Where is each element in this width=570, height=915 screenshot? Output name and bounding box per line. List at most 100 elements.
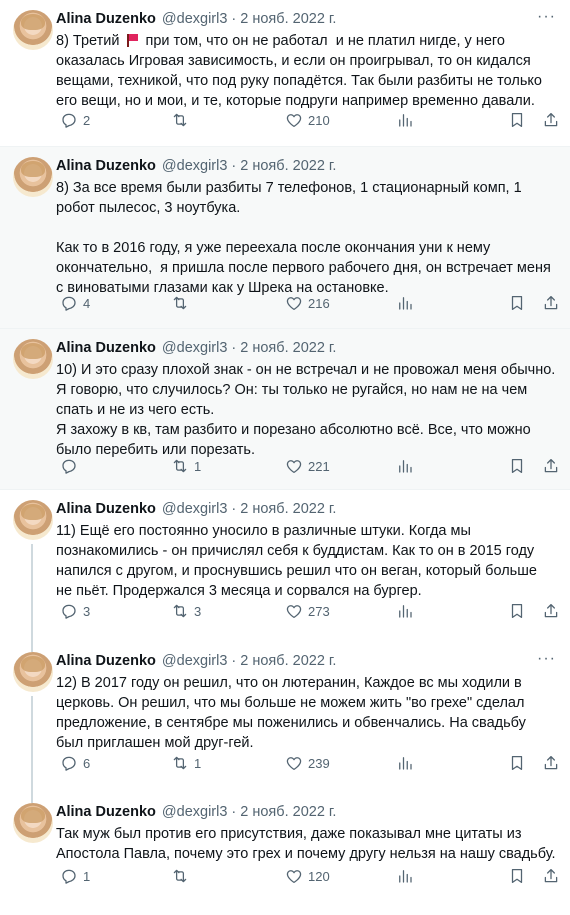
author-handle[interactable]: @dexgirl3 <box>162 10 228 28</box>
tweet-header: Alina Duzenko @dexgirl3 · 2 нояб. 2022 г… <box>56 803 337 821</box>
author-handle[interactable]: @dexgirl3 <box>162 652 228 670</box>
bookmark-icon <box>511 868 523 884</box>
tweet-date[interactable]: 2 нояб. 2022 г. <box>240 339 336 357</box>
tweet-text: 12) В 2017 году он решил, что он лютеран… <box>56 675 530 751</box>
author-handle[interactable]: @dexgirl3 <box>162 157 228 175</box>
bookmark-button[interactable] <box>508 111 526 129</box>
reply-icon <box>62 459 76 474</box>
tweet-text: 8) За все время были разбиты 7 телефонов… <box>56 180 551 296</box>
avatar[interactable] <box>13 10 53 50</box>
like-button[interactable]: 239 <box>285 754 330 772</box>
tweet[interactable]: Alina Duzenko @dexgirl3 · 2 нояб. 2022 г… <box>0 0 570 147</box>
avatar[interactable] <box>13 652 53 692</box>
bookmark-button[interactable] <box>508 602 526 620</box>
like-count: 120 <box>308 868 330 884</box>
like-count: 221 <box>308 458 330 474</box>
bookmark-button[interactable] <box>508 457 526 475</box>
author-name[interactable]: Alina Duzenko <box>56 339 156 357</box>
reply-count: 1 <box>83 868 91 884</box>
author-handle[interactable]: @dexgirl3 <box>162 339 228 357</box>
author-handle[interactable]: @dexgirl3 <box>162 803 228 821</box>
share-button[interactable] <box>542 754 560 772</box>
retweet-icon <box>173 459 187 473</box>
bookmark-button[interactable] <box>508 867 526 885</box>
author-name[interactable]: Alina Duzenko <box>56 10 156 28</box>
retweet-button[interactable]: 1 <box>171 754 201 772</box>
bookmark-button[interactable] <box>508 294 526 312</box>
tweet-header: Alina Duzenko @dexgirl3 · 2 нояб. 2022 г… <box>56 652 337 670</box>
reply-button[interactable]: 2 <box>60 111 90 129</box>
reply-count: 4 <box>83 295 91 311</box>
share-icon <box>544 112 558 127</box>
retweet-icon <box>173 604 187 618</box>
retweet-button[interactable]: 3 <box>171 602 201 620</box>
like-button[interactable]: 273 <box>285 602 330 620</box>
retweet-button[interactable] <box>171 867 194 885</box>
like-button[interactable]: 216 <box>285 294 330 312</box>
heart-icon <box>286 460 302 474</box>
share-button[interactable] <box>542 294 560 312</box>
heart-icon <box>286 114 302 128</box>
avatar[interactable] <box>13 339 53 379</box>
tweet[interactable]: Alina Duzenko @dexgirl3 · 2 нояб. 2022 г… <box>0 329 570 490</box>
retweet-icon <box>173 296 187 310</box>
avatar[interactable] <box>13 500 53 540</box>
tweet-date[interactable]: 2 нояб. 2022 г. <box>240 10 336 28</box>
author-name[interactable]: Alina Duzenko <box>56 500 156 518</box>
tweet-date[interactable]: 2 нояб. 2022 г. <box>240 803 336 821</box>
author-name[interactable]: Alina Duzenko <box>56 803 156 821</box>
reply-button[interactable]: 4 <box>60 294 90 312</box>
bookmark-icon <box>511 458 523 474</box>
views-button[interactable] <box>396 602 414 620</box>
author-name[interactable]: Alina Duzenko <box>56 157 156 175</box>
retweet-button[interactable] <box>171 111 194 129</box>
heart-icon <box>286 605 302 619</box>
views-button[interactable] <box>396 457 414 475</box>
views-button[interactable] <box>396 754 414 772</box>
bookmark-button[interactable] <box>508 754 526 772</box>
reply-button[interactable]: 1 <box>60 867 90 885</box>
bookmark-icon <box>511 603 523 619</box>
like-count: 239 <box>308 755 330 771</box>
more-dots-icon[interactable]: ··· <box>537 8 556 26</box>
tweet-date[interactable]: 2 нояб. 2022 г. <box>240 500 336 518</box>
share-button[interactable] <box>542 111 560 129</box>
reply-count: 3 <box>83 603 91 619</box>
reply-button[interactable] <box>60 457 83 475</box>
heart-icon <box>286 757 302 771</box>
reply-icon <box>62 113 76 128</box>
more-dots-icon[interactable]: ··· <box>537 650 556 668</box>
tweet-text: 11) Ещё его постоянно уносило в различны… <box>56 523 541 599</box>
tweet[interactable]: Alina Duzenko @dexgirl3 · 2 нояб. 2022 г… <box>0 642 570 803</box>
share-button[interactable] <box>542 457 560 475</box>
avatar[interactable] <box>13 803 53 843</box>
tweet[interactable]: Alina Duzenko @dexgirl3 · 2 нояб. 2022 г… <box>0 793 570 915</box>
reply-count: 2 <box>83 112 91 128</box>
tweet-text: 8) Третий при том, что он не работал и н… <box>56 33 547 109</box>
share-icon <box>544 755 558 770</box>
tweet-date[interactable]: 2 нояб. 2022 г. <box>240 652 336 670</box>
tweet[interactable]: Alina Duzenko @dexgirl3 · 2 нояб. 2022 г… <box>0 490 570 652</box>
avatar[interactable] <box>13 157 53 197</box>
views-button[interactable] <box>396 111 414 129</box>
views-button[interactable] <box>396 867 414 885</box>
retweet-button[interactable] <box>171 294 194 312</box>
views-chart-icon <box>399 460 412 473</box>
views-chart-icon <box>399 114 412 127</box>
tweet[interactable]: Alina Duzenko @dexgirl3 · 2 нояб. 2022 г… <box>0 147 570 329</box>
author-name[interactable]: Alina Duzenko <box>56 652 156 670</box>
tweet-feed: Alina Duzenko @dexgirl3 · 2 нояб. 2022 г… <box>0 0 570 915</box>
views-button[interactable] <box>396 294 414 312</box>
share-button[interactable] <box>542 867 560 885</box>
tweet-text: Так муж был против его присутствия, даже… <box>56 826 556 862</box>
like-button[interactable]: 221 <box>285 457 330 475</box>
retweet-button[interactable]: 1 <box>171 457 201 475</box>
thread-line <box>31 544 33 652</box>
share-button[interactable] <box>542 602 560 620</box>
like-button[interactable]: 120 <box>285 867 330 885</box>
like-button[interactable]: 210 <box>285 111 330 129</box>
tweet-date[interactable]: 2 нояб. 2022 г. <box>240 157 336 175</box>
reply-button[interactable]: 3 <box>60 602 90 620</box>
reply-button[interactable]: 6 <box>60 754 90 772</box>
author-handle[interactable]: @dexgirl3 <box>162 500 228 518</box>
